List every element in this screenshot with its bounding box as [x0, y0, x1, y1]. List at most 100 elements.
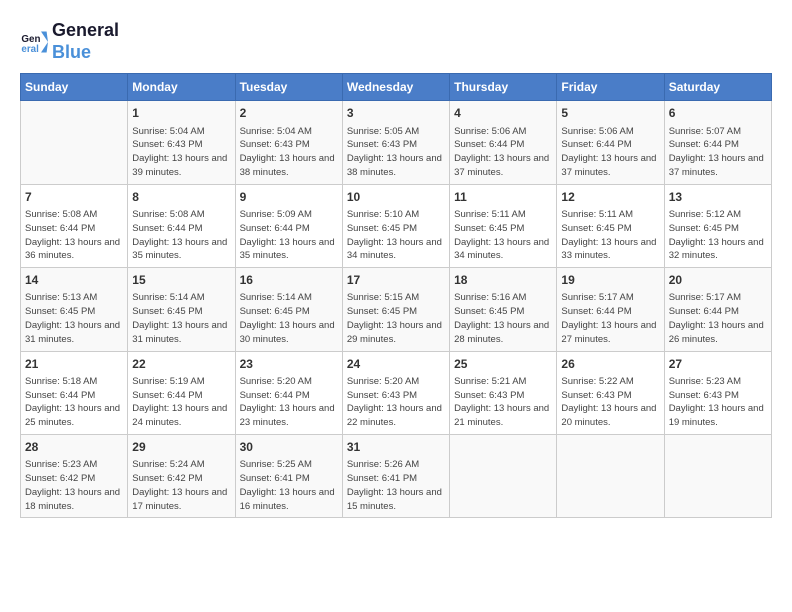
calendar-week-row: 7 Sunrise: 5:08 AMSunset: 6:44 PMDaylight…: [21, 184, 772, 267]
day-info: Sunrise: 5:23 AMSunset: 6:43 PMDaylight:…: [669, 375, 767, 430]
day-info: Sunrise: 5:26 AMSunset: 6:41 PMDaylight:…: [347, 458, 445, 513]
calendar-cell: 20 Sunrise: 5:17 AMSunset: 6:44 PMDayligh…: [664, 268, 771, 351]
day-number: 26: [561, 356, 659, 373]
calendar-cell: 6Sunrise: 5:07 AMSunset: 6:44 PMDaylight…: [664, 101, 771, 184]
day-info: Sunrise: 5:12 AMSunset: 6:45 PMDaylight:…: [669, 208, 767, 263]
day-number: 29: [132, 439, 230, 456]
calendar-week-row: 28 Sunrise: 5:23 AMSunset: 6:42 PMDayligh…: [21, 435, 772, 518]
column-header-saturday: Saturday: [664, 74, 771, 101]
calendar-header-row: SundayMondayTuesdayWednesdayThursdayFrid…: [21, 74, 772, 101]
calendar-cell: 28 Sunrise: 5:23 AMSunset: 6:42 PMDayligh…: [21, 435, 128, 518]
day-number: 11: [454, 189, 552, 206]
day-number: 18: [454, 272, 552, 289]
calendar-cell: 25 Sunrise: 5:21 AMSunset: 6:43 PMDayligh…: [450, 351, 557, 434]
calendar-cell: 21 Sunrise: 5:18 AMSunset: 6:44 PMDayligh…: [21, 351, 128, 434]
day-info: Sunrise: 5:08 AMSunset: 6:44 PMDaylight:…: [132, 208, 230, 263]
day-info: Sunrise: 5:17 AMSunset: 6:44 PMDaylight:…: [669, 291, 767, 346]
calendar-cell: 26 Sunrise: 5:22 AMSunset: 6:43 PMDayligh…: [557, 351, 664, 434]
day-number: 8: [132, 189, 230, 206]
day-info: Sunrise: 5:21 AMSunset: 6:43 PMDaylight:…: [454, 375, 552, 430]
logo-icon: Gen eral: [20, 28, 48, 56]
calendar-week-row: 1 Sunrise: 5:04 AMSunset: 6:43 PMDaylight…: [21, 101, 772, 184]
calendar-cell: 14 Sunrise: 5:13 AMSunset: 6:45 PMDayligh…: [21, 268, 128, 351]
day-number: 15: [132, 272, 230, 289]
calendar-cell: [664, 435, 771, 518]
day-number: 21: [25, 356, 123, 373]
calendar-cell: 22Sunrise: 5:19 AMSunset: 6:44 PMDayligh…: [128, 351, 235, 434]
calendar-cell: 7 Sunrise: 5:08 AMSunset: 6:44 PMDaylight…: [21, 184, 128, 267]
calendar-cell: 12Sunrise: 5:11 AMSunset: 6:45 PMDayligh…: [557, 184, 664, 267]
page-header: Gen eral GeneralBlue: [20, 20, 772, 63]
day-info: Sunrise: 5:24 AMSunset: 6:42 PMDaylight:…: [132, 458, 230, 513]
calendar-cell: 1 Sunrise: 5:04 AMSunset: 6:43 PMDaylight…: [128, 101, 235, 184]
day-info: Sunrise: 5:14 AMSunset: 6:45 PMDaylight:…: [132, 291, 230, 346]
day-info: Sunrise: 5:04 AMSunset: 6:43 PMDaylight:…: [132, 125, 230, 180]
calendar-cell: 15 Sunrise: 5:14 AMSunset: 6:45 PMDayligh…: [128, 268, 235, 351]
calendar-cell: 11 Sunrise: 5:11 AMSunset: 6:45 PMDayligh…: [450, 184, 557, 267]
calendar-week-row: 14 Sunrise: 5:13 AMSunset: 6:45 PMDayligh…: [21, 268, 772, 351]
column-header-monday: Monday: [128, 74, 235, 101]
day-info: Sunrise: 5:10 AMSunset: 6:45 PMDaylight:…: [347, 208, 445, 263]
day-info: Sunrise: 5:16 AMSunset: 6:45 PMDaylight:…: [454, 291, 552, 346]
day-number: 10: [347, 189, 445, 206]
column-header-sunday: Sunday: [21, 74, 128, 101]
logo-name: GeneralBlue: [52, 20, 119, 63]
day-number: 1: [132, 105, 230, 122]
column-header-tuesday: Tuesday: [235, 74, 342, 101]
calendar-week-row: 21 Sunrise: 5:18 AMSunset: 6:44 PMDayligh…: [21, 351, 772, 434]
day-number: 7: [25, 189, 123, 206]
day-info: Sunrise: 5:05 AMSunset: 6:43 PMDaylight:…: [347, 125, 445, 180]
column-header-thursday: Thursday: [450, 74, 557, 101]
calendar-cell: 27 Sunrise: 5:23 AMSunset: 6:43 PMDayligh…: [664, 351, 771, 434]
calendar-cell: [450, 435, 557, 518]
calendar-cell: 8 Sunrise: 5:08 AMSunset: 6:44 PMDaylight…: [128, 184, 235, 267]
day-number: 20: [669, 272, 767, 289]
calendar-cell: 4Sunrise: 5:06 AMSunset: 6:44 PMDaylight…: [450, 101, 557, 184]
day-info: Sunrise: 5:07 AMSunset: 6:44 PMDaylight:…: [669, 125, 767, 180]
calendar-cell: 18 Sunrise: 5:16 AMSunset: 6:45 PMDayligh…: [450, 268, 557, 351]
calendar-cell: 30 Sunrise: 5:25 AMSunset: 6:41 PMDayligh…: [235, 435, 342, 518]
column-header-wednesday: Wednesday: [342, 74, 449, 101]
day-number: 22: [132, 356, 230, 373]
day-number: 31: [347, 439, 445, 456]
day-info: Sunrise: 5:06 AMSunset: 6:44 PMDaylight:…: [561, 125, 659, 180]
day-info: Sunrise: 5:08 AMSunset: 6:44 PMDaylight:…: [25, 208, 123, 263]
day-number: 23: [240, 356, 338, 373]
svg-text:eral: eral: [21, 43, 39, 54]
calendar-cell: 23Sunrise: 5:20 AMSunset: 6:44 PMDayligh…: [235, 351, 342, 434]
logo: Gen eral GeneralBlue: [20, 20, 119, 63]
calendar-cell: 17 Sunrise: 5:15 AMSunset: 6:45 PMDayligh…: [342, 268, 449, 351]
day-number: 13: [669, 189, 767, 206]
day-info: Sunrise: 5:20 AMSunset: 6:43 PMDaylight:…: [347, 375, 445, 430]
day-number: 25: [454, 356, 552, 373]
day-number: 14: [25, 272, 123, 289]
calendar-cell: 16 Sunrise: 5:14 AMSunset: 6:45 PMDayligh…: [235, 268, 342, 351]
day-info: Sunrise: 5:22 AMSunset: 6:43 PMDaylight:…: [561, 375, 659, 430]
day-info: Sunrise: 5:04 AMSunset: 6:43 PMDaylight:…: [240, 125, 338, 180]
day-info: Sunrise: 5:14 AMSunset: 6:45 PMDaylight:…: [240, 291, 338, 346]
day-info: Sunrise: 5:13 AMSunset: 6:45 PMDaylight:…: [25, 291, 123, 346]
day-number: 28: [25, 439, 123, 456]
column-header-friday: Friday: [557, 74, 664, 101]
day-info: Sunrise: 5:23 AMSunset: 6:42 PMDaylight:…: [25, 458, 123, 513]
day-number: 12: [561, 189, 659, 206]
day-number: 19: [561, 272, 659, 289]
day-info: Sunrise: 5:15 AMSunset: 6:45 PMDaylight:…: [347, 291, 445, 346]
day-info: Sunrise: 5:18 AMSunset: 6:44 PMDaylight:…: [25, 375, 123, 430]
calendar-cell: 5 Sunrise: 5:06 AMSunset: 6:44 PMDaylight…: [557, 101, 664, 184]
day-number: 24: [347, 356, 445, 373]
day-number: 27: [669, 356, 767, 373]
day-info: Sunrise: 5:11 AMSunset: 6:45 PMDaylight:…: [454, 208, 552, 263]
calendar-cell: 13 Sunrise: 5:12 AMSunset: 6:45 PMDayligh…: [664, 184, 771, 267]
day-number: 5: [561, 105, 659, 122]
calendar-cell: 19 Sunrise: 5:17 AMSunset: 6:44 PMDayligh…: [557, 268, 664, 351]
day-number: 17: [347, 272, 445, 289]
day-number: 30: [240, 439, 338, 456]
calendar-cell: 9 Sunrise: 5:09 AMSunset: 6:44 PMDaylight…: [235, 184, 342, 267]
day-info: Sunrise: 5:17 AMSunset: 6:44 PMDaylight:…: [561, 291, 659, 346]
day-info: Sunrise: 5:25 AMSunset: 6:41 PMDaylight:…: [240, 458, 338, 513]
day-info: Sunrise: 5:09 AMSunset: 6:44 PMDaylight:…: [240, 208, 338, 263]
calendar-cell: 24 Sunrise: 5:20 AMSunset: 6:43 PMDayligh…: [342, 351, 449, 434]
day-number: 16: [240, 272, 338, 289]
day-number: 9: [240, 189, 338, 206]
